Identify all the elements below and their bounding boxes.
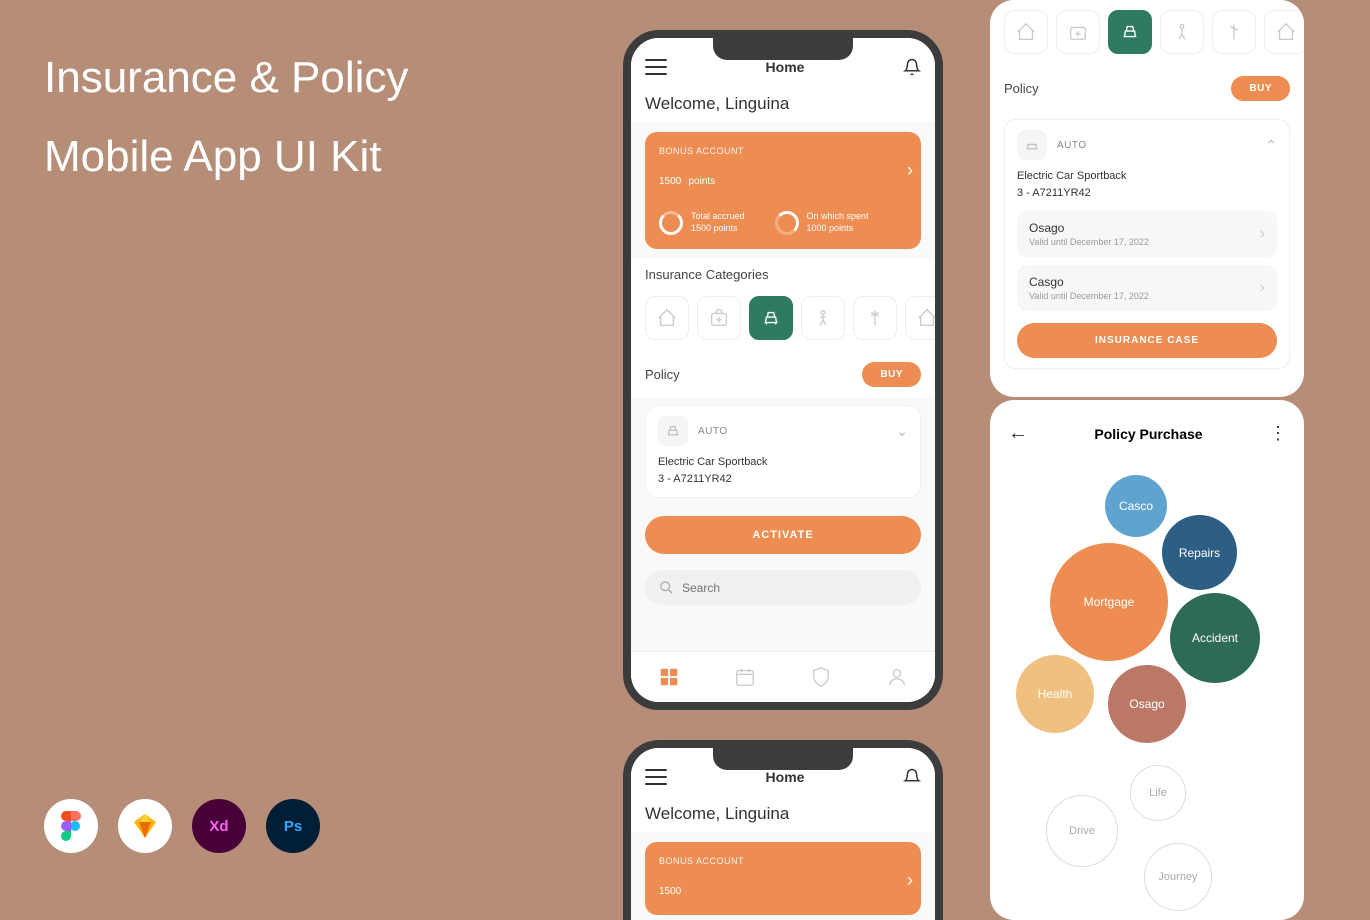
purchase-title: Policy Purchase <box>1094 426 1202 442</box>
bubble-journey[interactable]: Journey <box>1144 843 1212 911</box>
policy-section-header: Policy BUY <box>631 352 935 397</box>
bonus-label: BONUS ACCOUNT <box>659 146 907 156</box>
cat-person[interactable] <box>1160 10 1204 54</box>
policy-card[interactable]: AUTO ⌄ Electric Car Sportback 3 - A7211Y… <box>645 405 921 498</box>
car-info: Electric Car Sportback 3 - A7211YR42 <box>658 454 908 487</box>
bubble-health[interactable]: Health <box>1016 655 1094 733</box>
chevron-right-icon: › <box>1260 279 1265 297</box>
chevron-right-icon: › <box>1260 225 1265 243</box>
bell-icon[interactable] <box>903 768 921 786</box>
sketch-icon <box>118 799 172 853</box>
bubble-osago[interactable]: Osago <box>1108 665 1186 743</box>
welcome-text: Welcome, Linguina <box>631 796 935 832</box>
policy-card-expanded: AUTO ⌃ Electric Car Sportback 3 - A7211Y… <box>1004 119 1290 369</box>
stat-spent: On which spent1000 points <box>775 211 869 235</box>
cat-property[interactable] <box>1264 10 1304 54</box>
purchase-header: ← Policy Purchase ⋮ <box>990 400 1304 455</box>
buy-button[interactable]: BUY <box>1231 76 1290 101</box>
cat-medical[interactable] <box>1056 10 1100 54</box>
buy-button[interactable]: BUY <box>862 362 921 387</box>
activate-button[interactable]: ACTIVATE <box>645 516 921 554</box>
categories-title: Insurance Categories <box>631 259 935 290</box>
bubble-life[interactable]: Life <box>1130 765 1186 821</box>
welcome-text: Welcome, Linguina <box>631 86 935 122</box>
phone-mockup-main: Home Welcome, Linguina BONUS ACCOUNT 150… <box>623 30 943 710</box>
back-icon[interactable]: ← <box>1008 422 1028 445</box>
more-icon[interactable]: ⋮ <box>1269 423 1286 444</box>
bubble-accident[interactable]: Accident <box>1170 593 1260 683</box>
auto-label: AUTO <box>1057 140 1255 151</box>
search-icon <box>659 580 674 595</box>
menu-icon[interactable] <box>645 769 667 785</box>
search-input[interactable] <box>682 581 907 595</box>
policy-title: Policy <box>645 367 680 382</box>
ring-icon <box>659 211 683 235</box>
categories-row <box>990 0 1304 66</box>
stat-accrued: Total accrued1500 points <box>659 211 745 235</box>
cat-home[interactable] <box>645 296 689 340</box>
notch <box>713 748 853 770</box>
bottom-nav <box>631 651 935 702</box>
bubble-mortgage[interactable]: Mortgage <box>1050 543 1168 661</box>
page-title: Home <box>766 59 805 75</box>
tool-icons-row: Xd Ps <box>44 799 320 853</box>
cat-medical[interactable] <box>697 296 741 340</box>
categories-row <box>631 290 935 352</box>
cat-travel[interactable] <box>1212 10 1256 54</box>
ring-icon <box>775 211 799 235</box>
auto-icon <box>658 416 688 446</box>
insurance-case-button[interactable]: INSURANCE CASE <box>1017 323 1277 358</box>
policy-section-header: Policy BUY <box>990 66 1304 111</box>
policy-item-casgo[interactable]: Casgo Valid until December 17, 2022 › <box>1017 265 1277 311</box>
nav-calendar[interactable] <box>734 666 756 688</box>
cat-travel[interactable] <box>853 296 897 340</box>
bubble-casco[interactable]: Casco <box>1105 475 1167 537</box>
photoshop-icon: Ps <box>266 799 320 853</box>
nav-grid[interactable] <box>658 666 680 688</box>
bell-icon[interactable] <box>903 58 921 76</box>
menu-icon[interactable] <box>645 59 667 75</box>
bubble-repairs[interactable]: Repairs <box>1162 515 1237 590</box>
policy-detail-panel: Policy BUY AUTO ⌃ Electric Car Sportback… <box>990 0 1304 397</box>
notch <box>713 38 853 60</box>
promo-title: Insurance & Policy Mobile App UI Kit <box>44 38 408 196</box>
bubble-chart: Casco Repairs Mortgage Accident Health O… <box>990 465 1304 885</box>
bubble-drive[interactable]: Drive <box>1046 795 1118 867</box>
auto-icon <box>1017 130 1047 160</box>
chevron-up-icon[interactable]: ⌃ <box>1265 137 1277 154</box>
cat-person[interactable] <box>801 296 845 340</box>
figma-icon <box>44 799 98 853</box>
cat-auto[interactable] <box>1108 10 1152 54</box>
nav-shield[interactable] <box>810 666 832 688</box>
auto-label: AUTO <box>698 426 886 437</box>
policy-title: Policy <box>1004 81 1039 96</box>
policy-item-osago[interactable]: Osago Valid until December 17, 2022 › <box>1017 211 1277 257</box>
phone-mockup-partial: Home Welcome, Linguina BONUS ACCOUNT 150… <box>623 740 943 920</box>
car-info: Electric Car Sportback 3 - A7211YR42 <box>1017 168 1277 201</box>
bonus-points: 1500 points <box>659 160 907 191</box>
cat-home[interactable] <box>1004 10 1048 54</box>
nav-profile[interactable] <box>886 666 908 688</box>
bonus-card[interactable]: BONUS ACCOUNT 1500 ›› <box>645 842 921 915</box>
cat-auto[interactable] <box>749 296 793 340</box>
xd-icon: Xd <box>192 799 246 853</box>
policy-purchase-panel: ← Policy Purchase ⋮ Casco Repairs Mortga… <box>990 400 1304 920</box>
cat-property[interactable] <box>905 296 935 340</box>
chevron-down-icon: ⌄ <box>896 423 908 440</box>
search-box[interactable] <box>645 570 921 605</box>
page-title: Home <box>766 769 805 785</box>
bonus-card[interactable]: BONUS ACCOUNT 1500 points ›› Total accru… <box>645 132 921 249</box>
